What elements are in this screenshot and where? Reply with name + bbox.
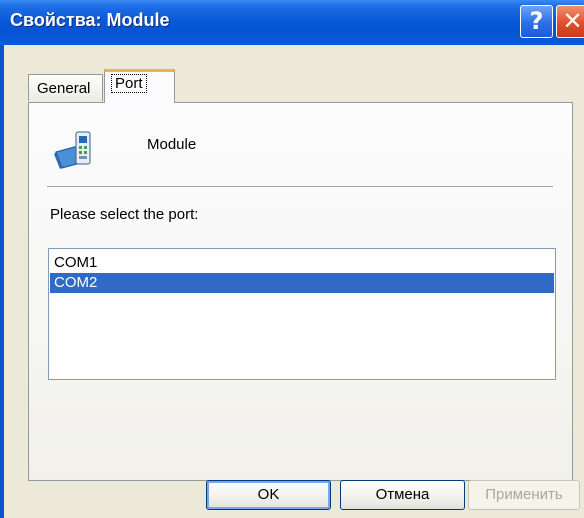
close-button[interactable]: ✕ (556, 5, 584, 38)
tab-port[interactable]: Port (104, 69, 175, 103)
window-title: Свойства: Module (10, 10, 170, 30)
cancel-button[interactable]: Отмена (340, 480, 465, 510)
help-button[interactable]: ? (520, 5, 553, 38)
port-listbox[interactable]: COM1 COM2 (48, 248, 556, 380)
apply-button[interactable]: Применить (468, 480, 580, 510)
tab-general-label: General (37, 80, 91, 97)
help-icon: ? (529, 7, 544, 35)
ok-button[interactable]: OK (206, 480, 331, 510)
close-icon: ✕ (562, 7, 583, 35)
tab-port-label: Port (111, 74, 147, 93)
divider (47, 186, 553, 187)
window-border (0, 45, 4, 518)
properties-dialog: Свойства: Module ? ✕ General Port Module… (0, 0, 584, 518)
modem-device-icon (54, 130, 100, 175)
port-prompt: Please select the port: (50, 206, 199, 223)
device-name: Module (147, 136, 197, 153)
title-bar[interactable]: Свойства: Module ? ✕ (0, 0, 584, 45)
tab-general[interactable]: General (28, 74, 103, 101)
port-item-com2[interactable]: COM2 (50, 273, 554, 293)
port-item-com1[interactable]: COM1 (50, 253, 554, 273)
